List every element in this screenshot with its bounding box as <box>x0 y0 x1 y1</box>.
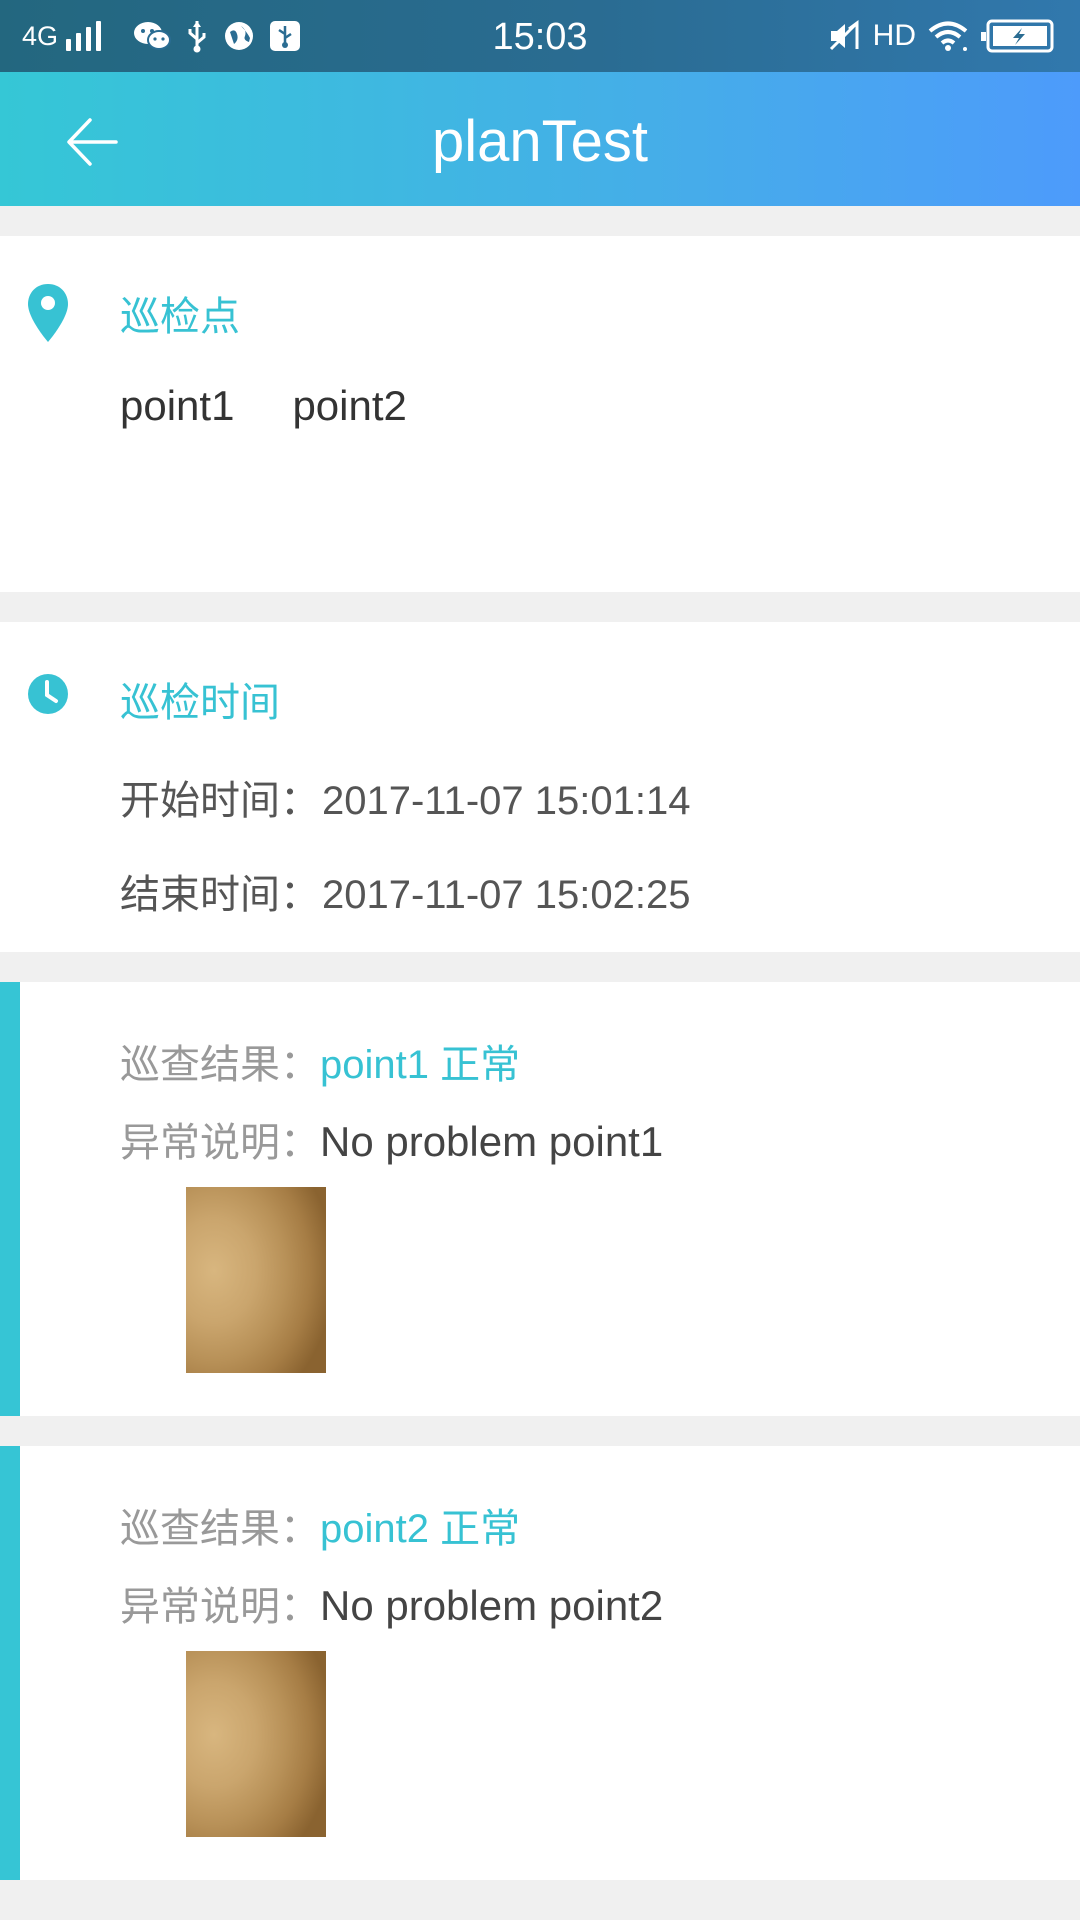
start-time-label: 开始时间： <box>120 778 320 824</box>
back-button[interactable] <box>60 110 124 174</box>
result-point: point1 <box>320 1043 429 1087</box>
note-label: 异常说明： <box>120 1120 320 1166</box>
end-time-label: 结束时间： <box>120 872 320 918</box>
result-row: 巡查结果：point2 正常 <box>120 1496 520 1554</box>
end-time-row: 结束时间：2017-11-07 15:02:25 <box>120 862 690 920</box>
result-value: point1 正常 <box>320 1042 521 1088</box>
status-bar: 4G 15:03 HD <box>0 0 1080 72</box>
end-time-value: 2017-11-07 15:02:25 <box>322 873 691 917</box>
points-section-title: 巡检点 <box>120 294 240 340</box>
result-card: 巡查结果：point2 正常 异常说明：No problem point2 <box>0 1446 1080 1880</box>
accent-bar <box>0 1446 20 1880</box>
result-label: 巡查结果： <box>120 1042 320 1088</box>
accent-bar <box>0 982 20 1416</box>
wifi-icon <box>928 21 968 51</box>
hd-indicator: HD <box>872 19 916 52</box>
start-time-row: 开始时间：2017-11-07 15:01:14 <box>120 768 690 826</box>
browser-icon <box>225 22 254 50</box>
status-bar-right: HD <box>827 0 1054 72</box>
start-time-value: 2017-11-07 15:01:14 <box>322 779 691 823</box>
result-card: 巡查结果：point1 正常 异常说明：No problem point1 <box>0 982 1080 1416</box>
note-row: 异常说明：No problem point1 <box>120 1110 663 1168</box>
result-value: point2 正常 <box>320 1506 521 1552</box>
signal-icon <box>66 21 102 51</box>
location-pin-icon <box>28 284 68 342</box>
note-label: 异常说明： <box>120 1584 320 1630</box>
photo-thumbnail[interactable] <box>186 1651 326 1837</box>
note-value: No problem point2 <box>320 1582 664 1629</box>
clock-icon <box>28 674 68 714</box>
photo-thumbnail[interactable] <box>186 1187 326 1373</box>
usb-debug-icon <box>270 21 301 51</box>
battery-icon <box>981 19 1054 53</box>
status-bar-left: 4G <box>22 0 301 72</box>
network-type: 4G <box>22 20 59 51</box>
wechat-icon <box>134 22 172 50</box>
note-row: 异常说明：No problem point2 <box>120 1574 663 1632</box>
result-status: 正常 <box>440 1042 521 1088</box>
result-row: 巡查结果：point1 正常 <box>120 1032 520 1090</box>
result-point: point2 <box>320 1507 429 1551</box>
points-card: 巡检点 point1 point2 <box>0 236 1080 592</box>
point-list: point1 point2 <box>120 382 407 430</box>
time-card: 巡检时间 开始时间：2017-11-07 15:01:14 结束时间：2017-… <box>0 622 1080 952</box>
page-title: planTest <box>431 109 649 174</box>
back-arrow-icon <box>67 118 118 166</box>
note-value: No problem point1 <box>320 1118 664 1165</box>
result-status: 正常 <box>440 1506 521 1552</box>
mute-icon <box>829 20 859 51</box>
time-section-title: 巡检时间 <box>120 680 280 726</box>
point-item[interactable]: point2 <box>292 382 406 430</box>
result-label: 巡查结果： <box>120 1506 320 1552</box>
point-item[interactable]: point1 <box>120 382 234 430</box>
usb-icon <box>188 21 206 53</box>
app-bar: planTest <box>0 72 1080 206</box>
